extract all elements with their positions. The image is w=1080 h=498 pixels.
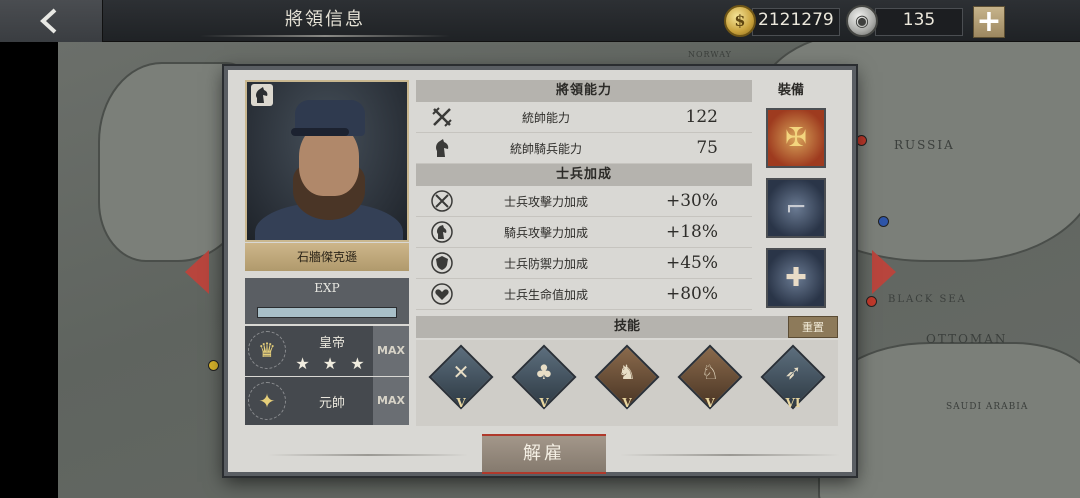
title-underline	[200, 35, 450, 37]
map-label-black-sea: BLACK SEA	[888, 294, 967, 305]
bonus-header: 士兵加成	[416, 164, 752, 186]
ability-value: 122	[685, 107, 718, 127]
cavalry-icon: ♞	[618, 360, 636, 384]
gold-amount: 2121279	[758, 10, 834, 30]
skills-header: 技能	[416, 316, 838, 338]
skill-slot-4[interactable]: ♘ V	[675, 344, 745, 418]
ability-row: 統帥騎兵能力 75	[416, 133, 752, 164]
skill-level: VI	[785, 396, 801, 410]
map-label-ottoman: OTTOMAN	[926, 332, 1008, 346]
map-flag-icon[interactable]	[878, 216, 889, 227]
exp-bar-fill	[258, 308, 396, 317]
bonus-row: 士兵生命值加成 +80%	[416, 279, 752, 310]
equipment-slot-cart[interactable]: ✚	[766, 248, 826, 308]
bonus-value: +45%	[665, 253, 718, 273]
swords-plus-icon	[431, 190, 453, 212]
skill-level: V	[622, 396, 632, 410]
decorative-line	[620, 454, 840, 456]
map-label-russia: RUSSIA	[894, 138, 955, 152]
bonus-value: +30%	[665, 191, 718, 211]
rank-row-marshal[interactable]: ✦ 元帥 MAX	[245, 377, 409, 425]
bonus-row: 士兵攻擊力加成 +30%	[416, 186, 752, 217]
map-label-saudi-arabia: SAUDI ARABIA	[946, 402, 1029, 412]
medal-box-icon: ✠	[785, 123, 807, 153]
add-currency-button[interactable]: +	[973, 6, 1005, 38]
equipment-header: 裝備	[777, 83, 804, 98]
bonus-label: 士兵攻擊力加成	[503, 195, 588, 209]
knight-icon	[251, 84, 273, 106]
medical-cart-icon: ✚	[785, 263, 807, 293]
skill-slot-5[interactable]: ➶ VI	[758, 344, 828, 418]
skill-slot-2[interactable]: ♣ V	[509, 344, 579, 418]
bonus-value: +18%	[665, 222, 718, 242]
map-label-norway: NORWAY	[688, 50, 732, 59]
rank-max-label: MAX	[373, 326, 409, 376]
next-general-arrow[interactable]	[872, 250, 896, 294]
eagle-icon: ✦	[248, 382, 286, 420]
bonus-label: 士兵防禦力加成	[503, 257, 588, 271]
skill-slot-3[interactable]: ♞ V	[592, 344, 662, 418]
map-flag-icon[interactable]	[856, 135, 867, 146]
rank-title: 元帥	[318, 396, 345, 411]
ability-value: 75	[696, 138, 718, 158]
ability-row: 統帥能力 122	[416, 102, 752, 133]
bonus-row: 騎兵攻擊力加成 +18%	[416, 217, 752, 248]
rank-row-emperor[interactable]: ♛ 皇帝 ★ ★ ★ MAX	[245, 326, 409, 376]
crown-icon: ♛	[248, 331, 286, 369]
exp-section: EXP	[245, 278, 409, 324]
lance-icon: ➶	[784, 360, 802, 384]
equipment-slot-pistol[interactable]: ⌐	[766, 178, 826, 238]
rank-stars: ★ ★ ★	[295, 354, 369, 373]
pistol-icon: ⌐	[785, 193, 807, 223]
horse-head-icon	[436, 139, 449, 157]
general-portrait	[245, 80, 409, 242]
abilities-header: 將領能力	[416, 80, 752, 102]
horse-rider-icon: ♘	[701, 360, 719, 384]
back-button[interactable]	[0, 0, 103, 42]
map-flag-icon[interactable]	[208, 360, 219, 371]
general-name: 石牆傑克遜	[245, 243, 409, 271]
shield-plus-icon	[431, 252, 453, 274]
rank-title: 皇帝	[318, 336, 345, 351]
back-arrow-icon	[40, 8, 57, 34]
crossed-swords-icon	[432, 107, 452, 127]
bonus-label: 士兵生命值加成	[503, 288, 588, 302]
reset-skills-button[interactable]: 重置	[788, 316, 838, 338]
silver-coin-icon: ◉	[846, 5, 878, 37]
gold-coin-icon: $	[724, 5, 756, 37]
exp-label: EXP	[314, 281, 340, 295]
map-flag-icon[interactable]	[866, 296, 877, 307]
bonus-label: 騎兵攻擊力加成	[503, 226, 588, 240]
horse-plus-icon	[431, 221, 453, 243]
skill-level: V	[456, 396, 466, 410]
dismiss-general-button[interactable]: 解雇	[482, 434, 606, 474]
silver-amount: 135	[902, 10, 936, 30]
skill-level: V	[705, 396, 715, 410]
stats-table: 將領能力 統帥能力 122 統帥騎兵能力 75 士兵加成 士兵攻擊力加成 +30…	[416, 80, 752, 310]
rank-max-label: MAX	[373, 377, 409, 425]
heart-plus-icon	[431, 283, 453, 305]
skills-area: ✕ V ♣ V ♞ V ♘ V ➶ VI	[416, 340, 838, 426]
ability-label: 統帥能力	[521, 111, 570, 125]
exp-bar	[257, 307, 397, 318]
skill-slot-1[interactable]: ✕ V	[426, 344, 496, 418]
ability-label: 統帥騎兵能力	[509, 142, 582, 156]
bonus-row: 士兵防禦力加成 +45%	[416, 248, 752, 279]
top-bar: 將領信息 $ 2121279 ◉ 135 +	[0, 0, 1080, 42]
cannon-icon: ✕	[452, 360, 470, 384]
skill-level: V	[539, 396, 549, 410]
equipment-slot-medal[interactable]: ✠	[766, 108, 826, 168]
bonus-value: +80%	[665, 284, 718, 304]
previous-general-arrow[interactable]	[185, 250, 209, 294]
forest-icon: ♣	[535, 360, 553, 384]
decorative-line	[268, 454, 468, 456]
general-info-panel: 石牆傑克遜 EXP ♛ 皇帝 ★ ★ ★ MAX ✦ 元帥 MAX 將領能力 統…	[224, 66, 856, 476]
